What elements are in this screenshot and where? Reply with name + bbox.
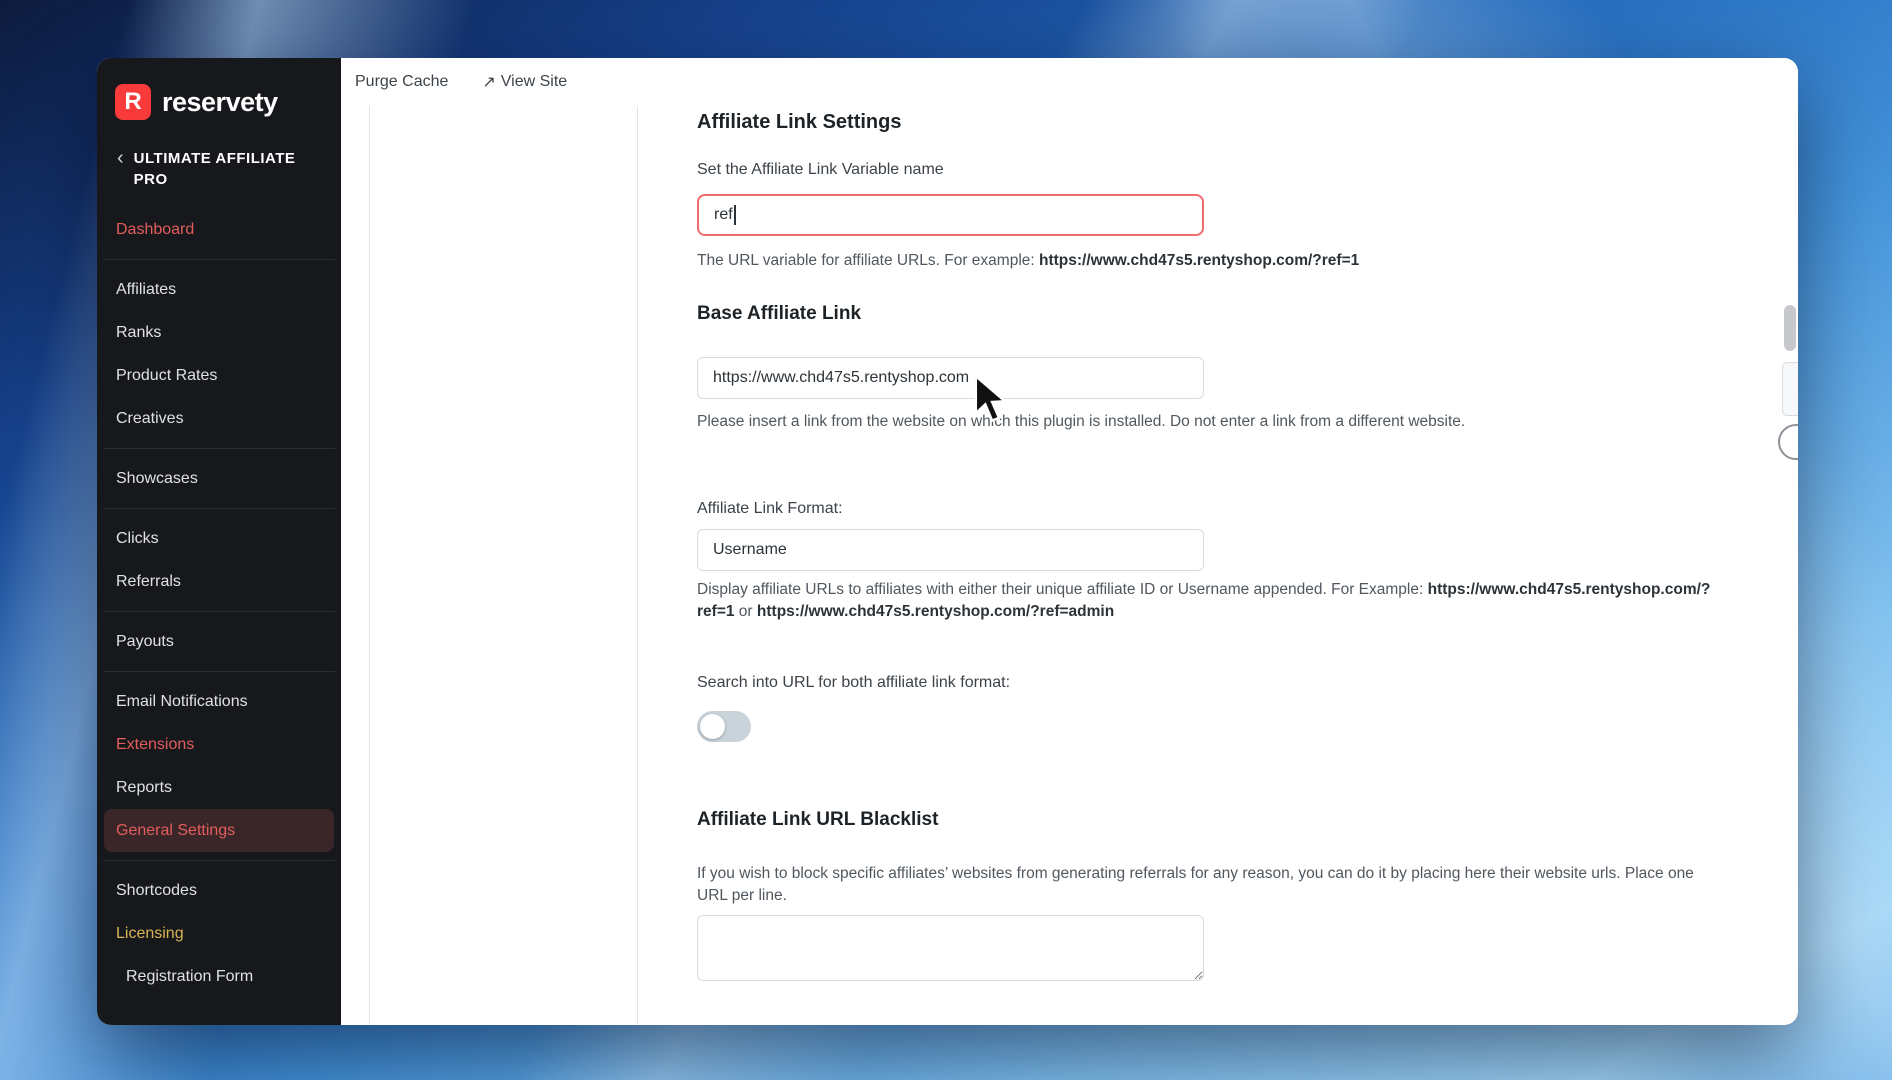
- collapse-chevron-icon[interactable]: ‹: [117, 148, 124, 169]
- sidebar-item-extensions[interactable]: Extensions: [97, 723, 341, 766]
- link-format-help: Display affiliate URLs to affiliates wit…: [697, 579, 1727, 623]
- scroll-widget[interactable]: [1782, 362, 1798, 416]
- base-link-input[interactable]: https://www.chd47s5.rentyshop.com: [697, 357, 1204, 399]
- sidebar-item-reports[interactable]: Reports: [97, 766, 341, 809]
- blacklist-textarea[interactable]: [697, 915, 1204, 981]
- variable-name-label: Set the Affiliate Link Variable name: [697, 161, 944, 178]
- sidebar-item-product-rates[interactable]: Product Rates: [97, 354, 341, 397]
- search-url-toggle[interactable]: [697, 711, 751, 742]
- blacklist-title: Affiliate Link URL Blacklist: [697, 809, 939, 830]
- menu-divider: [103, 259, 335, 260]
- text-caret: [733, 205, 736, 225]
- reservety-logo-icon: R: [115, 84, 151, 120]
- menu-divider: [103, 860, 335, 861]
- content-area: Affiliate Link Settings Set the Affiliat…: [341, 106, 1798, 1025]
- example-url: https://www.chd47s5.rentyshop.com/?ref=a…: [756, 603, 1115, 620]
- menu-divider: [103, 671, 335, 672]
- sidebar-item-referrals[interactable]: Referrals: [97, 560, 341, 603]
- menu-divider: [103, 508, 335, 509]
- base-link-help: Please insert a link from the website on…: [697, 413, 1466, 430]
- sidebar-item-registration-form[interactable]: Registration Form: [97, 955, 341, 998]
- help-text: or: [734, 603, 757, 620]
- base-link-value: https://www.chd47s5.rentyshop.com: [713, 369, 970, 386]
- admin-topbar: Purge Cache ↗ View Site: [341, 58, 1798, 106]
- sidebar-item-general-settings[interactable]: General Settings: [104, 809, 334, 852]
- sidebar-item-ranks[interactable]: Ranks: [97, 311, 341, 354]
- menu-divider: [103, 611, 335, 612]
- sidebar-item-shortcodes[interactable]: Shortcodes: [97, 869, 341, 912]
- sidebar: R reservety ‹ ULTIMATE AFFILIATE PRO Das…: [97, 58, 341, 1025]
- sidebar-item-affiliates[interactable]: Affiliates: [97, 268, 341, 311]
- purge-cache-button[interactable]: Purge Cache: [355, 73, 448, 91]
- sidebar-item-payouts[interactable]: Payouts: [97, 620, 341, 663]
- plugin-title-row: ‹ ULTIMATE AFFILIATE PRO: [97, 120, 341, 190]
- view-site-link[interactable]: ↗ View Site: [482, 72, 567, 92]
- brand-name: reservety: [162, 86, 278, 117]
- menu-divider: [103, 448, 335, 449]
- search-url-label: Search into URL for both affiliate link …: [697, 674, 1011, 691]
- variable-name-help: The URL variable for affiliate URLs. For…: [697, 250, 1727, 272]
- plugin-title: ULTIMATE AFFILIATE PRO: [133, 150, 296, 188]
- variable-name-value: ref: [714, 206, 733, 223]
- link-format-value: Username: [713, 541, 787, 558]
- brand: R reservety: [97, 58, 341, 120]
- sidebar-item-dashboard[interactable]: Dashboard: [97, 208, 341, 251]
- link-format-label: Affiliate Link Format:: [697, 500, 843, 517]
- sidebar-menu: Dashboard Affiliates Ranks Product Rates…: [97, 208, 341, 998]
- settings-subpanel: [369, 106, 638, 1025]
- page-title: Affiliate Link Settings: [697, 111, 902, 133]
- sidebar-item-clicks[interactable]: Clicks: [97, 517, 341, 560]
- help-text: Display affiliate URLs to affiliates wit…: [697, 581, 1428, 598]
- blacklist-help: If you wish to block specific affiliates…: [697, 865, 1694, 904]
- external-link-icon: ↗: [482, 74, 496, 91]
- variable-name-input[interactable]: ref: [697, 194, 1204, 236]
- help-text: The URL variable for affiliate URLs. For…: [697, 252, 1039, 269]
- view-site-label: View Site: [500, 73, 568, 90]
- settings-form: Affiliate Link Settings Set the Affiliat…: [697, 110, 1727, 986]
- base-link-title: Base Affiliate Link: [697, 303, 862, 324]
- main-region: Purge Cache ↗ View Site Affiliate Link S…: [341, 58, 1798, 1025]
- sidebar-item-showcases[interactable]: Showcases: [97, 457, 341, 500]
- toggle-knob: [700, 714, 725, 739]
- link-format-select[interactable]: Username: [697, 529, 1204, 571]
- sidebar-item-email-notifications[interactable]: Email Notifications: [97, 680, 341, 723]
- example-url: https://www.chd47s5.rentyshop.com/?ref=1: [1039, 252, 1360, 269]
- app-window: R reservety ‹ ULTIMATE AFFILIATE PRO Das…: [97, 58, 1798, 1025]
- sidebar-item-creatives[interactable]: Creatives: [97, 397, 341, 440]
- sidebar-item-licensing[interactable]: Licensing: [97, 912, 341, 955]
- scrollbar-thumb[interactable]: [1784, 305, 1796, 351]
